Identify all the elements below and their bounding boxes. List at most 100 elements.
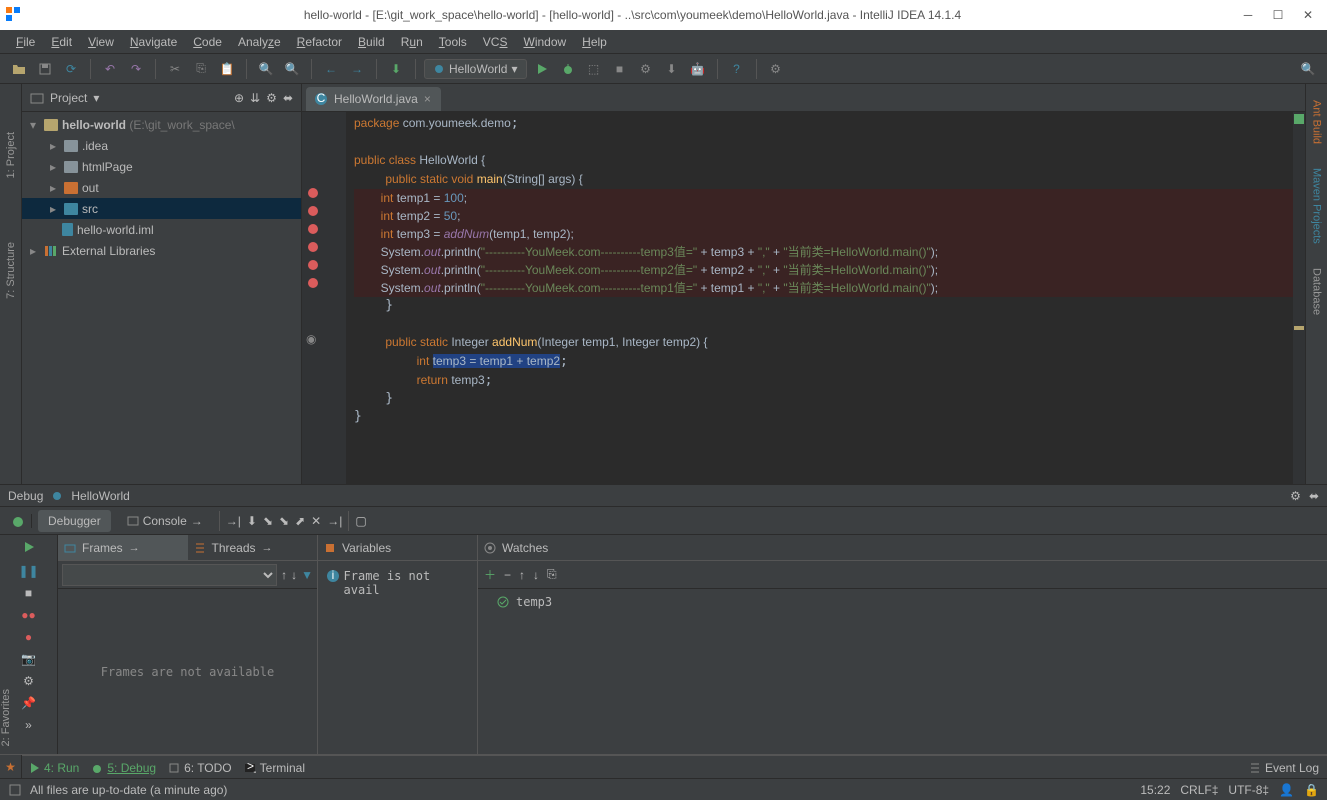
maximize-button[interactable]: ☐	[1263, 5, 1293, 25]
menu-edit[interactable]: Edit	[43, 35, 80, 49]
menu-vcs[interactable]: VCS	[475, 35, 516, 49]
menu-run[interactable]: Run	[393, 35, 431, 49]
run-button[interactable]	[531, 58, 553, 80]
profile-button[interactable]: ⚙	[635, 58, 657, 80]
breakpoint-icon[interactable]	[308, 224, 318, 234]
step-over-button[interactable]: ⬇	[247, 514, 257, 528]
tree-item-out[interactable]: ▸out	[22, 177, 301, 198]
save-button[interactable]	[34, 58, 56, 80]
find-button[interactable]: 🔍	[255, 58, 277, 80]
menu-code[interactable]: Code	[185, 35, 230, 49]
project-tool-button[interactable]: 1: Project	[5, 124, 17, 186]
hide-button[interactable]: ⬌	[283, 91, 293, 105]
editor-gutter[interactable]: ◉	[302, 112, 346, 484]
debug-tool-button[interactable]: 5: Debug	[91, 761, 156, 775]
tree-item-idea[interactable]: ▸.idea	[22, 135, 301, 156]
menu-file[interactable]: File	[8, 35, 43, 49]
lock-icon[interactable]: 🔒	[1304, 783, 1319, 797]
editor-tab[interactable]: C HelloWorld.java ×	[306, 87, 441, 111]
file-encoding[interactable]: UTF-8‡	[1228, 783, 1269, 797]
replace-button[interactable]: 🔍	[281, 58, 303, 80]
down-button[interactable]: ↓	[533, 568, 539, 582]
todo-tool-button[interactable]: 6: TODO	[168, 761, 232, 775]
favorites-tool-button[interactable]: 2: Favorites	[0, 681, 22, 754]
settings-button[interactable]: ⚙	[23, 674, 34, 688]
step-out-button[interactable]: ⬈	[295, 514, 305, 528]
tree-item-external-libs[interactable]: ▸External Libraries	[22, 240, 301, 261]
more-button[interactable]: »	[25, 718, 32, 732]
menu-analyze[interactable]: Analyze	[230, 35, 289, 49]
up-button[interactable]: ↑	[519, 568, 525, 582]
breakpoint-icon[interactable]	[308, 260, 318, 270]
close-button[interactable]: ✕	[1293, 5, 1323, 25]
tree-item-htmlpage[interactable]: ▸htmlPage	[22, 156, 301, 177]
android-button[interactable]: 🤖	[687, 58, 709, 80]
build-button[interactable]: ⬇	[385, 58, 407, 80]
debug-button[interactable]	[557, 58, 579, 80]
debugger-tab[interactable]: Debugger	[38, 510, 111, 532]
menu-window[interactable]: Window	[515, 35, 574, 49]
open-button[interactable]	[8, 58, 30, 80]
help-button[interactable]: ?	[726, 58, 748, 80]
menu-build[interactable]: Build	[350, 35, 393, 49]
terminal-tool-button[interactable]: >_Terminal	[244, 761, 305, 775]
remove-watch-button[interactable]: −	[504, 568, 511, 582]
run-tool-button[interactable]: 4: Run	[30, 761, 79, 775]
watches-body[interactable]: temp3	[478, 589, 1327, 615]
force-step-into-button[interactable]: ⬊	[279, 514, 289, 528]
breakpoint-icon[interactable]	[308, 242, 318, 252]
breakpoint-icon[interactable]	[308, 188, 318, 198]
settings-button[interactable]: ⚙	[1290, 489, 1301, 503]
variables-body[interactable]: i Frame is not avail	[318, 561, 477, 605]
breakpoint-icon[interactable]	[308, 278, 318, 288]
error-strip[interactable]	[1293, 112, 1305, 484]
filter-button[interactable]: ▼	[301, 568, 313, 582]
collapse-button[interactable]: ⇊	[250, 91, 260, 105]
search-everywhere-button[interactable]: 🔍	[1297, 58, 1319, 80]
copy-button[interactable]: ⎘	[547, 567, 557, 582]
breakpoints-button[interactable]: ●●	[21, 608, 36, 622]
breakpoint-icon[interactable]	[308, 206, 318, 216]
line-separator[interactable]: CRLF‡	[1180, 783, 1218, 797]
pause-button[interactable]: ❚❚	[18, 564, 38, 578]
cursor-position[interactable]: 15:22	[1140, 783, 1170, 797]
menu-view[interactable]: View	[80, 35, 122, 49]
menu-tools[interactable]: Tools	[431, 35, 475, 49]
locate-button[interactable]: ⊕	[234, 91, 244, 105]
code-editor[interactable]: package com.youmeek.demo; public class H…	[346, 112, 1293, 484]
copy-button[interactable]: ⎘	[190, 58, 212, 80]
inspection-button[interactable]: 👤	[1279, 783, 1294, 797]
project-tree[interactable]: ▾ hello-world (E:\git_work_space\ ▸.idea…	[22, 112, 301, 484]
tree-root[interactable]: ▾ hello-world (E:\git_work_space\	[22, 114, 301, 135]
structure-tool-button[interactable]: 7: Structure	[5, 234, 17, 307]
database-tool-button[interactable]: Database	[1311, 260, 1323, 323]
threads-tab[interactable]: Threads →	[188, 535, 318, 561]
step-into-button[interactable]: ⬊	[263, 514, 273, 528]
stop-button[interactable]: ■	[25, 586, 32, 600]
resume-button[interactable]	[23, 541, 35, 556]
editor[interactable]: ◉ package com.youmeek.demo; public class…	[302, 112, 1305, 484]
watch-item[interactable]: temp3	[484, 595, 1321, 609]
run-config-selector[interactable]: HelloWorld ▾	[424, 59, 527, 79]
forward-button[interactable]: →	[346, 58, 368, 80]
pin-button[interactable]: 📌	[21, 696, 36, 710]
event-log-button[interactable]: Event Log	[1249, 761, 1319, 775]
cut-button[interactable]: ✂	[164, 58, 186, 80]
tree-item-src[interactable]: ▸src	[22, 198, 301, 219]
close-tab-button[interactable]: ×	[424, 92, 431, 106]
mute-breakpoints-button[interactable]: ●	[25, 630, 32, 644]
menu-help[interactable]: Help	[574, 35, 615, 49]
minimize-button[interactable]: ─	[1233, 5, 1263, 25]
show-exec-button[interactable]: →|	[226, 514, 241, 528]
dump-button[interactable]: 📷	[21, 652, 36, 666]
run-to-cursor-button[interactable]: →|	[327, 514, 342, 528]
redo-button[interactable]: ↷	[125, 58, 147, 80]
drop-frame-button[interactable]: ✕	[311, 514, 321, 528]
jrebel-button[interactable]: ⚙	[765, 58, 787, 80]
sync-button[interactable]: ⟳	[60, 58, 82, 80]
maven-tool-button[interactable]: Maven Projects	[1311, 160, 1323, 252]
back-button[interactable]: ←	[320, 58, 342, 80]
add-watch-button[interactable]: ＋	[484, 566, 496, 583]
hide-button[interactable]: ⬌	[1309, 489, 1319, 503]
stop-button[interactable]: ■	[609, 58, 631, 80]
